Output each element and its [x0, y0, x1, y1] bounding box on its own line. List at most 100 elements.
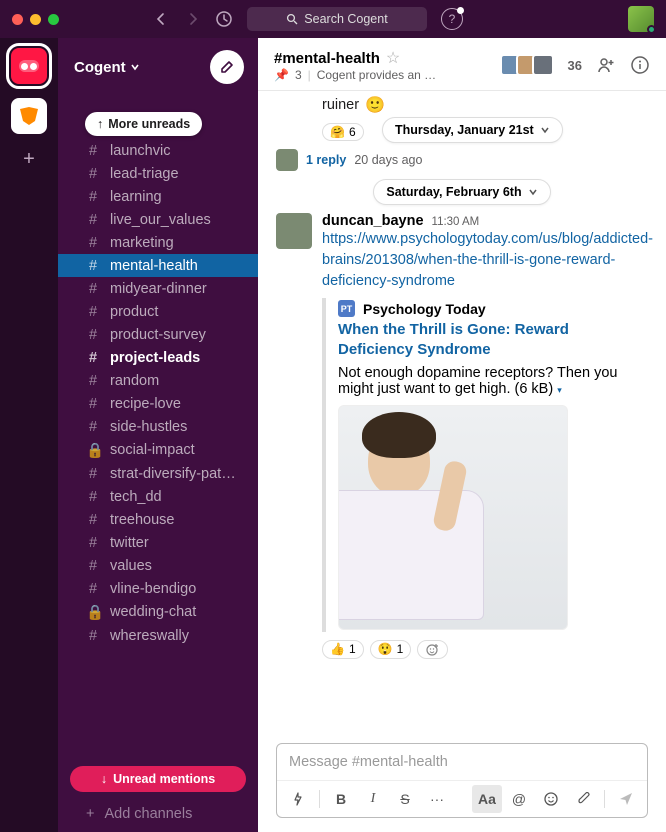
unread-mentions-pill[interactable]: ↓Unread mentions: [70, 766, 246, 792]
channel-name: learning: [110, 189, 162, 205]
member-avatars[interactable]: [506, 54, 554, 76]
channel-name: live_our_values: [110, 212, 211, 228]
pin-icon[interactable]: 📌: [274, 68, 289, 82]
shortcuts-icon[interactable]: [283, 785, 313, 813]
sidebar-channel[interactable]: 🔒wedding-chat: [58, 600, 258, 624]
attach-button[interactable]: [568, 785, 598, 813]
help-icon[interactable]: ?: [441, 8, 463, 30]
unread-mentions-label: Unread mentions: [113, 772, 215, 786]
message-list[interactable]: ruiner 🙂 🤗 6 Thursday, January 21st 1: [258, 91, 666, 743]
workspace-switcher-2[interactable]: [11, 98, 47, 134]
nav-forward-icon[interactable]: [185, 11, 201, 27]
workspace-menu[interactable]: Cogent: [74, 59, 140, 76]
nav-back-icon[interactable]: [153, 11, 169, 27]
bold-button[interactable]: B: [326, 785, 356, 813]
sidebar-channel[interactable]: # live_our_values: [58, 208, 258, 231]
reaction[interactable]: 😲 1: [370, 640, 412, 659]
sidebar-channel[interactable]: #recipe-love: [58, 392, 258, 415]
channel-name: mental-health: [110, 258, 198, 274]
sidebar-channel[interactable]: #product-survey: [58, 323, 258, 346]
sidebar-channel[interactable]: #tech_dd: [58, 485, 258, 508]
toggle-formatting-button[interactable]: Aa: [472, 785, 502, 813]
channel-name: strat-diversify-pat…: [110, 466, 236, 482]
sidebar-channel[interactable]: #twitter: [58, 531, 258, 554]
sidebar-channel[interactable]: #vline-bendigo: [58, 577, 258, 600]
search-input[interactable]: Search Cogent: [247, 7, 427, 31]
star-icon[interactable]: ☆: [386, 48, 400, 68]
add-workspace-icon[interactable]: +: [23, 148, 35, 171]
channel-prefix-icon: #: [86, 419, 100, 435]
date-divider[interactable]: Thursday, January 21st: [382, 117, 563, 143]
sidebar-channel[interactable]: #midyear-dinner: [58, 277, 258, 300]
channel-prefix-icon: #: [86, 489, 100, 505]
channel-prefix-icon: #: [86, 212, 100, 228]
history-icon[interactable]: [215, 10, 233, 28]
channel-list: #iwd#launchvic#lead-triage#learning#live…: [58, 94, 258, 760]
strike-button[interactable]: S: [390, 785, 420, 813]
collapse-icon[interactable]: ▾: [557, 385, 562, 395]
message-author[interactable]: duncan_bayne: [322, 213, 424, 229]
sidebar-channel[interactable]: #whereswally: [58, 624, 258, 647]
user-avatar[interactable]: [628, 6, 654, 32]
message-composer[interactable]: Message #mental-health B I S ··· Aa @: [276, 743, 648, 818]
reaction[interactable]: 🤗 6: [322, 123, 364, 141]
composer-input[interactable]: Message #mental-health: [277, 744, 647, 780]
sidebar-channel[interactable]: #values: [58, 554, 258, 577]
avatar[interactable]: [276, 213, 312, 249]
sidebar-channel[interactable]: # lead-triage: [58, 162, 258, 185]
info-icon[interactable]: [630, 55, 650, 75]
date-divider[interactable]: Saturday, February 6th: [373, 179, 550, 205]
add-channels-link[interactable]: + Add channels: [58, 802, 258, 832]
channel-prefix-icon: #: [86, 166, 100, 182]
channel-name: random: [110, 373, 159, 389]
send-button[interactable]: [611, 785, 641, 813]
unfurl-image[interactable]: [338, 405, 568, 630]
more-unreads-pill[interactable]: ↑More unreads: [85, 112, 202, 136]
add-people-icon[interactable]: [596, 55, 616, 75]
window-controls: [12, 14, 59, 25]
minimize-window[interactable]: [30, 14, 41, 25]
sidebar-channel[interactable]: #treehouse: [58, 508, 258, 531]
reaction[interactable]: 👍 1: [322, 640, 364, 659]
mention-button[interactable]: @: [504, 785, 534, 813]
unfurl-title[interactable]: When the Thrill is Gone: Reward Deficien…: [338, 320, 648, 361]
sidebar-channel[interactable]: #marketing: [58, 231, 258, 254]
channel-name: launchvic: [110, 143, 170, 159]
thread-reply-time: 20 days ago: [354, 153, 422, 167]
compose-button[interactable]: [210, 50, 244, 84]
sidebar-channel[interactable]: #product: [58, 300, 258, 323]
sidebar-channel[interactable]: #strat-diversify-pat…: [58, 462, 258, 485]
more-format-button[interactable]: ···: [422, 785, 452, 813]
avatar: [532, 54, 554, 76]
message-url[interactable]: https://www.psychologytoday.com/us/blog/…: [322, 231, 653, 289]
channel-name: wedding-chat: [110, 604, 196, 620]
channel-title[interactable]: #mental-health: [274, 50, 380, 67]
add-reaction-icon[interactable]: [417, 640, 448, 659]
thread-reply-link[interactable]: 1 reply: [306, 153, 346, 167]
composer-toolbar: B I S ··· Aa @: [277, 780, 647, 817]
channel-name: lead-triage: [110, 166, 179, 182]
italic-button[interactable]: I: [358, 785, 388, 813]
zoom-window[interactable]: [48, 14, 59, 25]
sidebar-channel[interactable]: 🔒social-impact: [58, 438, 258, 462]
close-window[interactable]: [12, 14, 23, 25]
sidebar-channel[interactable]: #mental-health: [58, 254, 258, 277]
sidebar-channel[interactable]: #launchvic: [58, 139, 258, 162]
channel-prefix-icon: #: [86, 558, 100, 574]
sidebar-channel[interactable]: # random: [58, 369, 258, 392]
member-count[interactable]: 36: [568, 58, 582, 73]
workspace-switcher-1[interactable]: [11, 48, 47, 84]
channel-prefix-icon: #: [86, 373, 100, 389]
sidebar-channel[interactable]: #side-hustles: [58, 415, 258, 438]
channel-prefix-icon: #: [86, 581, 100, 597]
channel-prefix-icon: #: [86, 535, 100, 551]
channel-topic[interactable]: Cogent provides an …: [317, 68, 436, 82]
sidebar-channel[interactable]: #project-leads: [58, 346, 258, 369]
more-unreads-label: More unreads: [108, 117, 190, 131]
channel-prefix-icon: #: [86, 235, 100, 251]
channel-name: recipe-love: [110, 396, 181, 412]
plus-icon: +: [86, 806, 94, 822]
sidebar-channel[interactable]: #learning: [58, 185, 258, 208]
emoji-button[interactable]: [536, 785, 566, 813]
channel-name: whereswally: [110, 628, 189, 644]
